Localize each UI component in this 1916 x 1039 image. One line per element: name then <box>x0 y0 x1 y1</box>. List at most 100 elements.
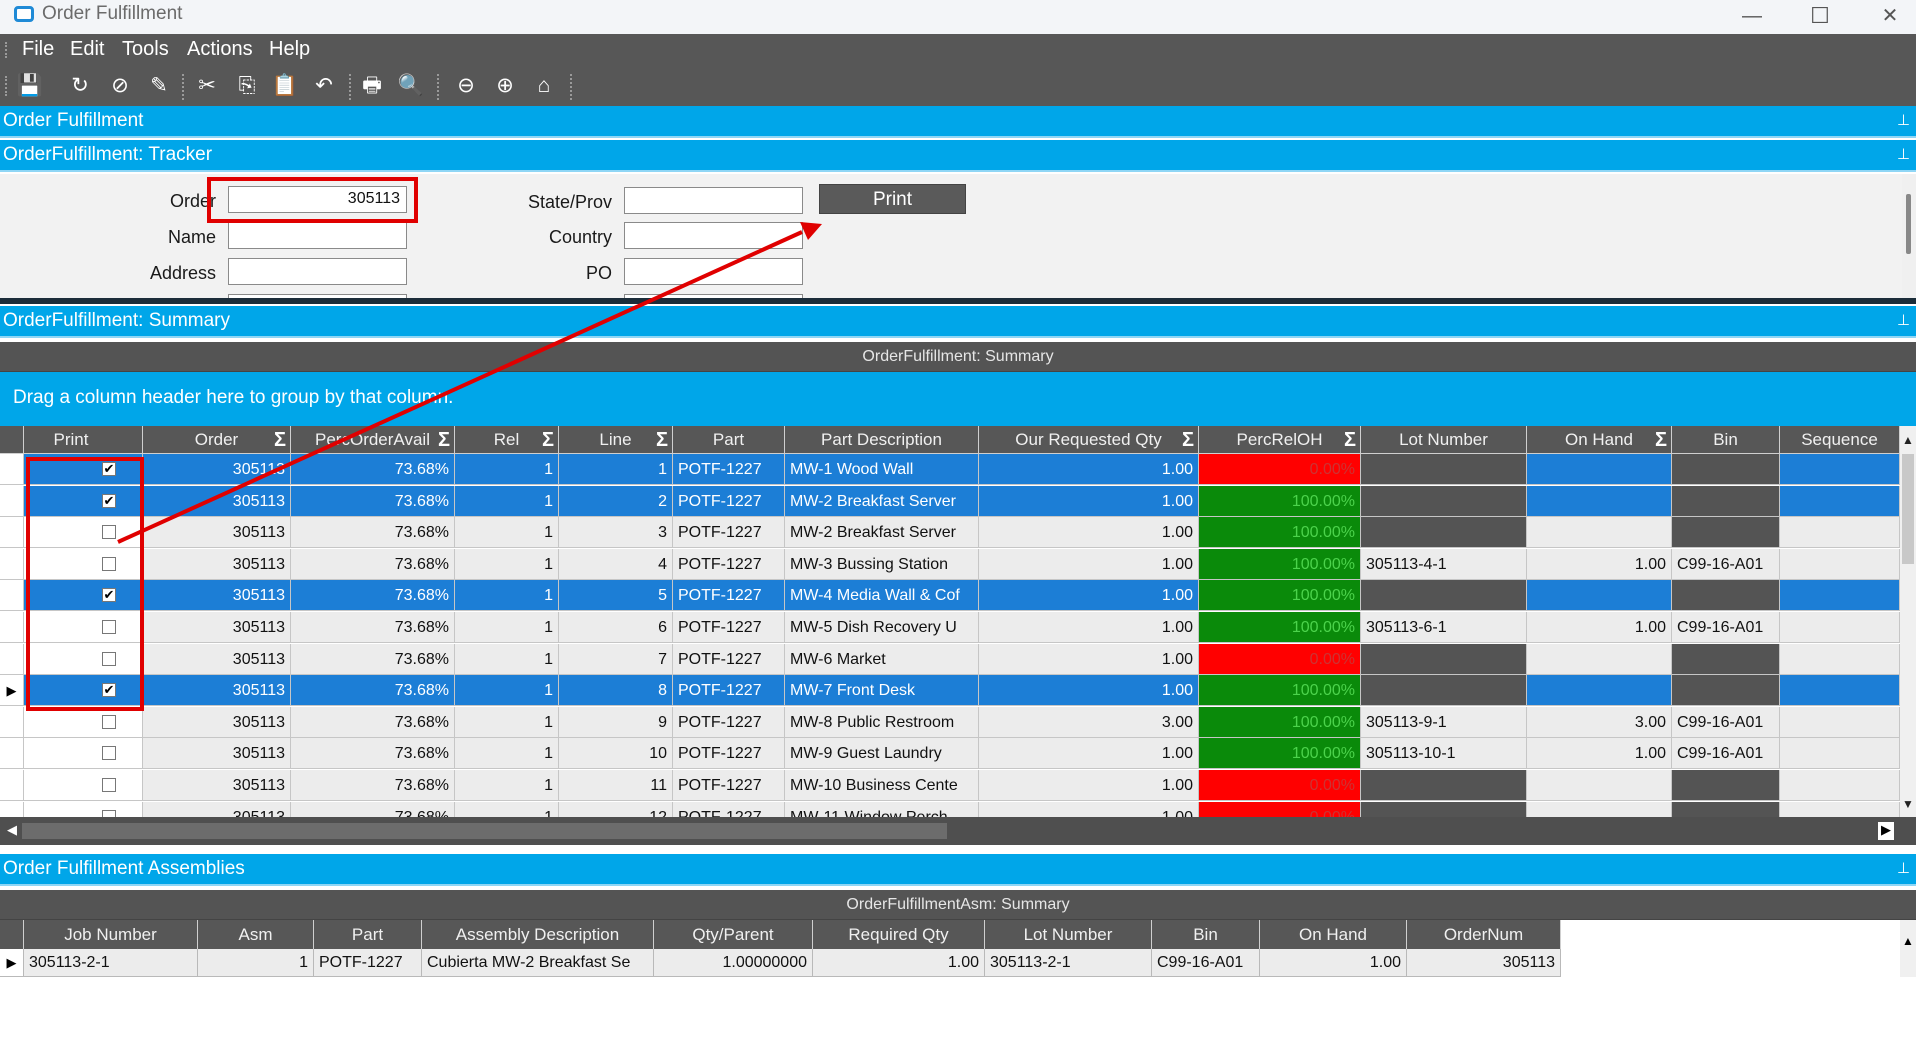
asm-column-header-bin-col[interactable]: Bin <box>1152 920 1260 949</box>
cell-print-col[interactable] <box>24 770 143 801</box>
asm-column-header-job-number-col[interactable]: Job Number <box>24 920 198 949</box>
cell-on-hand-col[interactable] <box>1527 454 1672 485</box>
asm-cell-on-hand-col[interactable]: 1.00 <box>1260 949 1407 977</box>
cell-part-col[interactable]: POTF-1227 <box>673 580 785 611</box>
cell-order-col[interactable]: 305113 <box>143 580 291 611</box>
cell-perc-rel-oh-col[interactable]: 0.00% <box>1199 454 1361 485</box>
scroll-thumb[interactable] <box>1902 454 1914 564</box>
cell-sequence-col[interactable] <box>1780 738 1900 769</box>
panel-header-assemblies[interactable]: Order Fulfillment Assemblies ⊥ <box>0 854 1916 886</box>
cell-print-col[interactable] <box>24 802 143 817</box>
cell-order-col[interactable]: 305113 <box>143 802 291 817</box>
cell-perc-order-avail-col[interactable]: 73.68% <box>291 549 455 580</box>
menu-edit[interactable]: Edit <box>70 38 104 61</box>
cell-on-hand-col[interactable] <box>1527 770 1672 801</box>
scroll-down-icon[interactable]: ▼ <box>1900 796 1916 812</box>
cell-on-hand-col[interactable] <box>1527 802 1672 817</box>
column-header-lot-number-col[interactable]: Lot Number <box>1361 426 1527 454</box>
cell-line-col[interactable]: 12 <box>559 802 673 817</box>
row-selector[interactable] <box>0 612 24 643</box>
cell-bin-col[interactable]: C99-16-A01 <box>1672 738 1780 769</box>
print-preview-icon[interactable]: 🔍 <box>397 73 425 99</box>
cell-part-description-col[interactable]: MW-8 Public Restroom <box>785 707 979 738</box>
print-icon[interactable]: 🖶 <box>358 73 386 99</box>
cell-perc-order-avail-col[interactable]: 73.68% <box>291 644 455 675</box>
cell-lot-number-col[interactable] <box>1361 454 1527 485</box>
cell-perc-order-avail-col[interactable]: 73.68% <box>291 517 455 548</box>
column-header-bin-col[interactable]: Bin <box>1672 426 1780 454</box>
cell-part-col[interactable]: POTF-1227 <box>673 517 785 548</box>
cell-perc-order-avail-col[interactable]: 73.68% <box>291 770 455 801</box>
asm-cell-required-qty-col[interactable]: 1.00 <box>813 949 985 977</box>
cell-perc-rel-oh-col[interactable]: 100.00% <box>1199 612 1361 643</box>
cell-perc-order-avail-col[interactable]: 73.68% <box>291 738 455 769</box>
scroll-thumb[interactable] <box>22 823 947 839</box>
cell-line-col[interactable]: 6 <box>559 612 673 643</box>
row-selector[interactable]: ▶ <box>0 675 24 706</box>
cell-line-col[interactable]: 4 <box>559 549 673 580</box>
cell-part-col[interactable]: POTF-1227 <box>673 675 785 706</box>
cell-part-col[interactable]: POTF-1227 <box>673 612 785 643</box>
cell-bin-col[interactable]: C99-16-A01 <box>1672 549 1780 580</box>
cell-order-col[interactable]: 305113 <box>143 738 291 769</box>
column-header-perc-order-avail-col[interactable]: PercOrderAvail Σ <box>291 426 455 454</box>
name-input[interactable] <box>228 222 407 249</box>
cell-requested-qty-col[interactable]: 1.00 <box>979 517 1199 548</box>
cell-rel-col[interactable]: 1 <box>455 707 559 738</box>
cell-sequence-col[interactable] <box>1780 454 1900 485</box>
asm-column-header-part-col[interactable]: Part <box>314 920 422 949</box>
cell-rel-col[interactable]: 1 <box>455 454 559 485</box>
row-selector[interactable] <box>0 770 24 801</box>
summary-vertical-scrollbar[interactable]: ▲ ▼ <box>1900 426 1916 817</box>
cell-sequence-col[interactable] <box>1780 612 1900 643</box>
cell-rel-col[interactable]: 1 <box>455 580 559 611</box>
save-icon[interactable]: 💾 <box>16 73 44 99</box>
cell-on-hand-col[interactable]: 1.00 <box>1527 738 1672 769</box>
asm-cell-assembly-description-col[interactable]: Cubierta MW-2 Breakfast Se <box>422 949 654 977</box>
tracker-scrollbar[interactable] <box>1902 174 1916 298</box>
cell-perc-order-avail-col[interactable]: 73.68% <box>291 802 455 817</box>
sum-icon[interactable]: Σ <box>656 426 668 453</box>
cell-perc-order-avail-col[interactable]: 73.68% <box>291 454 455 485</box>
cell-bin-col[interactable] <box>1672 580 1780 611</box>
cell-part-col[interactable]: POTF-1227 <box>673 770 785 801</box>
print-checkbox[interactable] <box>102 810 116 817</box>
row-selector[interactable] <box>0 738 24 769</box>
row-selector[interactable] <box>0 644 24 675</box>
cell-part-description-col[interactable]: MW-11 Window Perch <box>785 802 979 817</box>
scroll-thumb[interactable] <box>1906 194 1911 254</box>
cell-rel-col[interactable]: 1 <box>455 770 559 801</box>
undo-icon[interactable]: ↶ <box>310 73 338 99</box>
row-selector[interactable]: ▶ <box>0 949 24 977</box>
cell-bin-col[interactable] <box>1672 802 1780 817</box>
cell-bin-col[interactable]: C99-16-A01 <box>1672 612 1780 643</box>
cell-line-col[interactable]: 1 <box>559 454 673 485</box>
cell-part-description-col[interactable]: MW-4 Media Wall & Cof <box>785 580 979 611</box>
cell-line-col[interactable]: 3 <box>559 517 673 548</box>
state-input[interactable] <box>624 187 803 214</box>
cell-on-hand-col[interactable] <box>1527 486 1672 517</box>
cell-bin-col[interactable] <box>1672 454 1780 485</box>
cell-perc-rel-oh-col[interactable]: 100.00% <box>1199 738 1361 769</box>
cell-perc-order-avail-col[interactable]: 73.68% <box>291 486 455 517</box>
back-icon[interactable]: ⊖ <box>452 73 480 99</box>
cell-rel-col[interactable]: 1 <box>455 517 559 548</box>
cell-perc-rel-oh-col[interactable]: 100.00% <box>1199 549 1361 580</box>
cell-requested-qty-col[interactable]: 1.00 <box>979 644 1199 675</box>
cell-perc-rel-oh-col[interactable]: 100.00% <box>1199 675 1361 706</box>
column-header-on-hand-col[interactable]: On Hand Σ <box>1527 426 1672 454</box>
cell-lot-number-col[interactable] <box>1361 802 1527 817</box>
sum-icon[interactable]: Σ <box>1182 426 1194 453</box>
column-header-sequence-col[interactable]: Sequence <box>1780 426 1900 454</box>
cell-perc-rel-oh-col[interactable]: 100.00% <box>1199 580 1361 611</box>
cell-requested-qty-col[interactable]: 1.00 <box>979 549 1199 580</box>
asm-column-header-required-qty-col[interactable]: Required Qty <box>813 920 985 949</box>
row-selector[interactable] <box>0 486 24 517</box>
cell-line-col[interactable]: 8 <box>559 675 673 706</box>
cell-lot-number-col[interactable]: 305113-4-1 <box>1361 549 1527 580</box>
cell-part-description-col[interactable]: MW-7 Front Desk <box>785 675 979 706</box>
country-input[interactable] <box>624 222 803 249</box>
cell-sequence-col[interactable] <box>1780 580 1900 611</box>
cell-part-col[interactable]: POTF-1227 <box>673 738 785 769</box>
cell-part-description-col[interactable]: MW-6 Market <box>785 644 979 675</box>
